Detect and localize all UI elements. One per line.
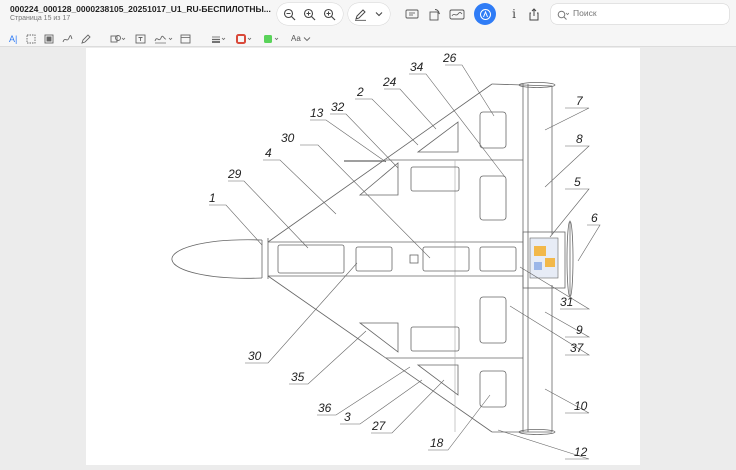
uav-technical-drawing: 1 2 3 4 5 6 7 8 9 10 12 13 18 24 26 27 2… (171, 51, 601, 460)
text-selection-tool[interactable]: A| (9, 32, 17, 45)
search-placeholder: Поиск (573, 8, 597, 18)
callout-34: 34 (410, 60, 424, 74)
search-input[interactable]: Поиск (551, 4, 729, 24)
callout-13: 13 (310, 106, 324, 120)
callout-12: 12 (574, 445, 588, 459)
callout-4: 4 (265, 146, 272, 160)
callout-9: 9 (576, 323, 583, 337)
signature-icon[interactable] (154, 32, 174, 45)
callout-30-bottom: 30 (248, 349, 262, 363)
zoom-in-alt-icon[interactable] (320, 5, 338, 23)
chevron-down-icon[interactable] (372, 5, 386, 23)
fill-color-icon[interactable] (263, 32, 281, 45)
callout-30-top: 30 (281, 131, 295, 145)
draw-icon[interactable] (81, 32, 92, 45)
callout-27: 27 (371, 419, 387, 433)
rectangle-select-icon[interactable] (26, 32, 36, 45)
markup-toolbar: A| Aa (0, 30, 736, 47)
chevron-down-icon (303, 36, 311, 41)
callout-2: 2 (356, 85, 364, 99)
border-color-icon[interactable] (236, 32, 254, 45)
callout-35: 35 (291, 370, 305, 384)
callout-32: 32 (331, 100, 345, 114)
text-box-icon[interactable] (135, 32, 146, 45)
share-icon[interactable] (526, 5, 542, 23)
redact-icon[interactable] (44, 32, 54, 45)
callout-10: 10 (574, 399, 588, 413)
shapes-icon[interactable] (110, 32, 126, 45)
line-style-icon[interactable] (211, 32, 227, 45)
callout-8: 8 (576, 132, 583, 146)
highlight-pen-icon[interactable] (352, 5, 368, 23)
document-page: 1 2 3 4 5 6 7 8 9 10 12 13 18 24 26 27 2… (86, 48, 640, 465)
callout-26: 26 (442, 51, 457, 65)
sidebar-edge (0, 47, 14, 465)
callout-31: 31 (560, 295, 573, 309)
callout-24: 24 (382, 75, 397, 89)
callout-1: 1 (209, 191, 216, 205)
crop-icon[interactable] (403, 5, 421, 23)
note-icon[interactable] (180, 32, 191, 45)
sketch-icon[interactable] (62, 32, 73, 45)
callout-7: 7 (576, 94, 584, 108)
callout-36: 36 (318, 401, 332, 415)
text-style-button[interactable]: Aa (291, 32, 311, 45)
text-style-label: Aa (291, 34, 301, 43)
callout-29: 29 (227, 167, 242, 181)
zoom-out-icon[interactable] (280, 5, 298, 23)
page-indicator: Страница 15 из 17 (10, 15, 71, 22)
sign-icon[interactable] (447, 5, 467, 23)
zoom-in-icon[interactable] (300, 5, 318, 23)
document-title: 000224_000128_0000238105_20251017_U1_RU-… (10, 4, 271, 14)
callout-5: 5 (574, 175, 581, 189)
markup-icon[interactable] (474, 3, 496, 25)
callout-3: 3 (344, 410, 351, 424)
info-icon[interactable]: i (507, 5, 521, 23)
callout-6: 6 (591, 211, 598, 225)
rotate-icon[interactable] (425, 5, 443, 23)
search-icon (557, 8, 570, 26)
callout-18: 18 (430, 436, 444, 450)
callout-37: 37 (570, 341, 585, 355)
title-bar: 000224_000128_0000238105_20251017_U1_RU-… (0, 0, 736, 30)
